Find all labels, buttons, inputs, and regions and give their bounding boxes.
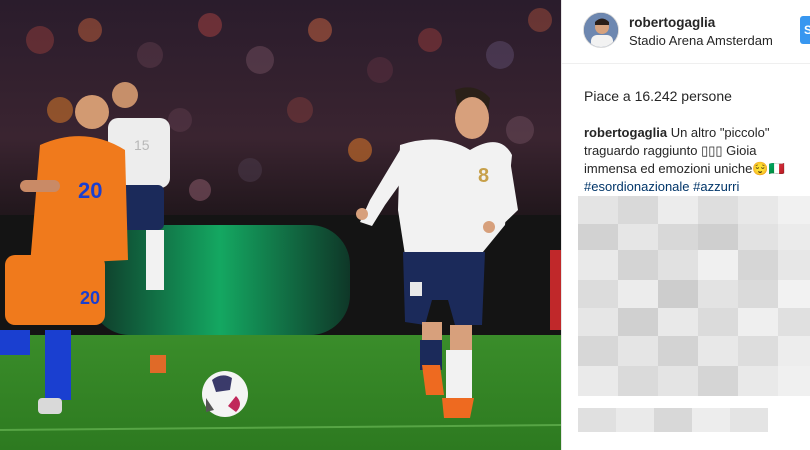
match-photo-illustration: 15 20 20 8 (0, 0, 561, 450)
avatar[interactable] (583, 12, 619, 48)
pixelated-comment-footer (578, 408, 768, 432)
header-location[interactable]: Stadio Arena Amsterdam (629, 33, 789, 48)
caption-username[interactable]: robertogaglia (584, 125, 667, 140)
post-header: robertogaglia Stadio Arena Amsterdam S (562, 0, 810, 64)
likes-count[interactable]: Piace a 16.242 persone (584, 88, 732, 104)
white-player-number: 8 (478, 165, 489, 187)
pixelated-comments (578, 196, 810, 396)
post-caption: robertogaglia Un altro "piccolo" traguar… (584, 124, 799, 196)
orange-player-number-shirt: 20 (78, 178, 102, 203)
follow-button[interactable]: S (800, 16, 810, 44)
back-player-number: 15 (134, 137, 150, 153)
avatar-image (584, 13, 618, 47)
header-username[interactable]: robertogaglia (629, 15, 715, 30)
soccer-ball (202, 371, 248, 417)
orange-player-number-shorts: 20 (80, 288, 100, 308)
post-photo[interactable]: 15 20 20 8 (0, 0, 561, 450)
hashtag-link[interactable]: #azzurri (693, 179, 739, 194)
hashtag-link[interactable]: #esordionazionale (584, 179, 690, 194)
post-side-panel: robertogaglia Stadio Arena Amsterdam S P… (561, 0, 810, 450)
